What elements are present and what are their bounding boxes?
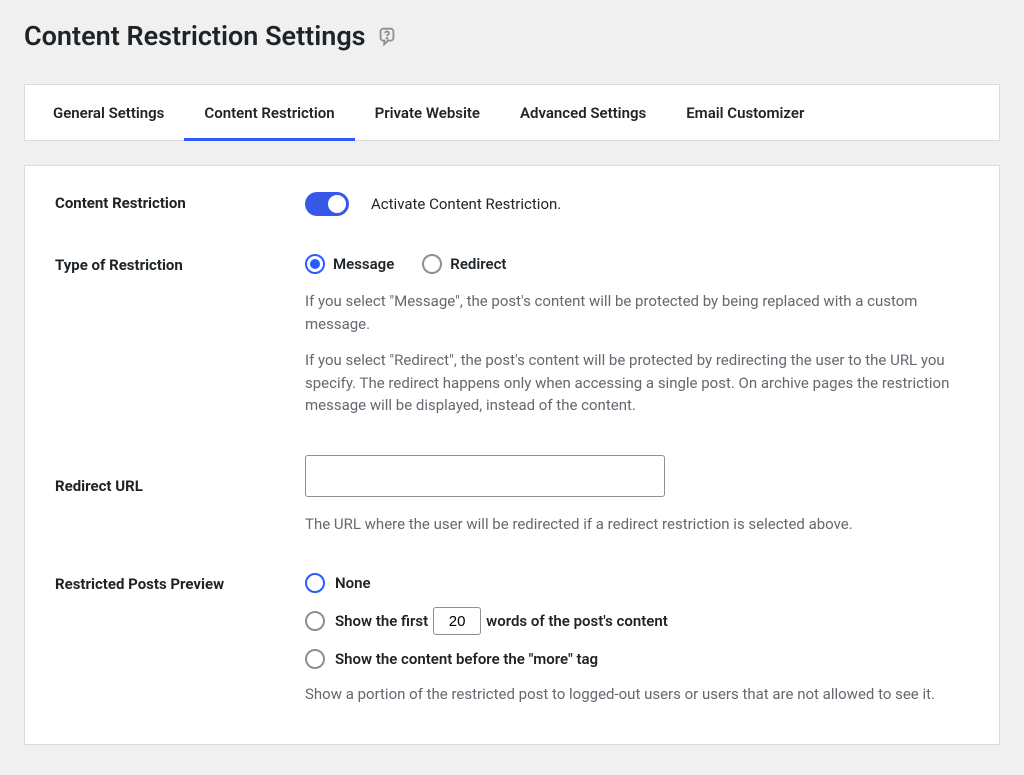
toggle-knob bbox=[328, 195, 346, 213]
radio-type-message[interactable]: Message bbox=[305, 254, 394, 274]
tab-email-customizer[interactable]: Email Customizer bbox=[666, 86, 824, 141]
tab-advanced-settings[interactable]: Advanced Settings bbox=[500, 86, 666, 141]
radio-preview-more-tag[interactable]: Show the content before the "more" tag bbox=[305, 649, 969, 669]
radio-icon bbox=[305, 649, 325, 669]
label-activate: Content Restriction bbox=[55, 192, 305, 216]
tabs-bar: General Settings Content Restriction Pri… bbox=[24, 84, 1000, 141]
radio-label: None bbox=[335, 574, 371, 592]
radio-icon bbox=[305, 254, 325, 274]
tab-content-restriction[interactable]: Content Restriction bbox=[184, 86, 354, 141]
desc-preview: Show a portion of the restricted post to… bbox=[305, 683, 969, 706]
settings-panel: Content Restriction Activate Content Res… bbox=[24, 165, 1000, 745]
radio-label: Show the content before the "more" tag bbox=[335, 650, 598, 668]
activate-toggle-label: Activate Content Restriction. bbox=[371, 195, 561, 213]
radio-label: Message bbox=[333, 255, 394, 273]
label-redirect-url: Redirect URL bbox=[55, 455, 305, 536]
radio-icon bbox=[422, 254, 442, 274]
desc-type-redirect: If you select "Redirect", the post's con… bbox=[305, 349, 969, 417]
radio-preview-words[interactable]: Show the first words of the post's conte… bbox=[305, 607, 969, 635]
radio-preview-none[interactable]: None bbox=[305, 573, 969, 593]
radio-label: Redirect bbox=[450, 255, 506, 273]
radio-icon bbox=[305, 573, 325, 593]
preview-words-input[interactable] bbox=[433, 607, 481, 635]
desc-redirect-url: The URL where the user will be redirecte… bbox=[305, 513, 969, 536]
label-preview: Restricted Posts Preview bbox=[55, 573, 305, 706]
row-type: Type of Restriction Message Redirect If … bbox=[55, 254, 969, 417]
tab-general-settings[interactable]: General Settings bbox=[33, 86, 184, 141]
radio-icon bbox=[305, 611, 325, 631]
activate-toggle[interactable] bbox=[305, 192, 349, 216]
redirect-url-input[interactable] bbox=[305, 455, 665, 497]
help-icon[interactable] bbox=[376, 25, 398, 47]
desc-type-message: If you select "Message", the post's cont… bbox=[305, 290, 969, 335]
row-activate: Content Restriction Activate Content Res… bbox=[55, 192, 969, 216]
page-title-text: Content Restriction Settings bbox=[24, 20, 366, 52]
radio-label-suffix: words of the post's content bbox=[486, 612, 668, 630]
tab-private-website[interactable]: Private Website bbox=[355, 86, 500, 141]
radio-label-prefix: Show the first bbox=[335, 612, 428, 630]
radio-type-redirect[interactable]: Redirect bbox=[422, 254, 506, 274]
page-title: Content Restriction Settings bbox=[24, 20, 1000, 52]
row-preview: Restricted Posts Preview None Show the f… bbox=[55, 573, 969, 706]
row-redirect-url: Redirect URL The URL where the user will… bbox=[55, 455, 969, 536]
label-type: Type of Restriction bbox=[55, 254, 305, 417]
